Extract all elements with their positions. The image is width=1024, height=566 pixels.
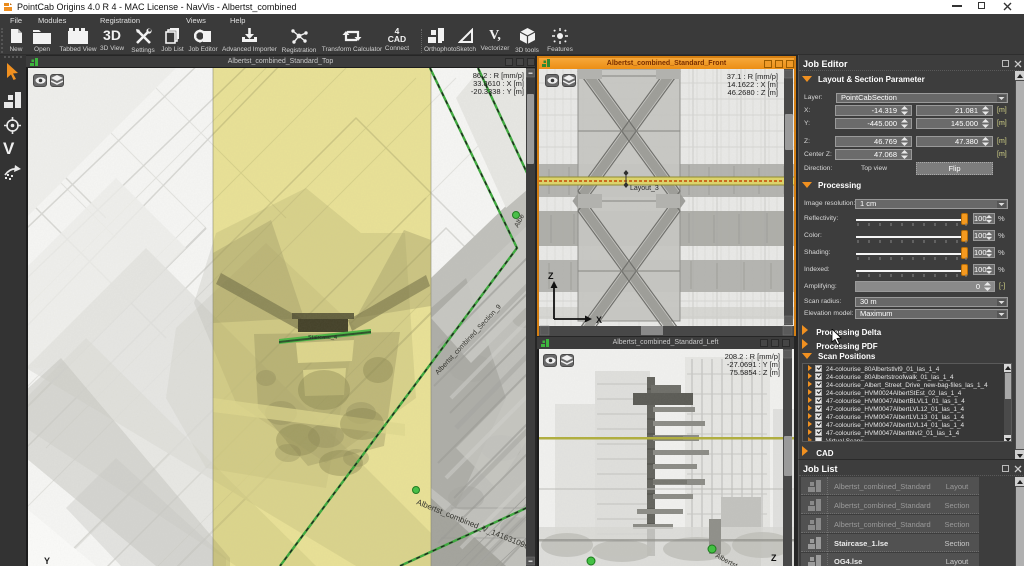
- svg-text:Y: Y: [44, 556, 50, 566]
- svg-text:Z: Z: [548, 271, 554, 281]
- svg-text:46.2680 : Z [m]: 46.2680 : Z [m]: [728, 88, 778, 97]
- svg-text:Z: Z: [771, 553, 777, 563]
- svg-text:X: X: [596, 315, 602, 325]
- svg-text:-20.3338 : Y [m]: -20.3338 : Y [m]: [471, 87, 524, 96]
- svg-text:75.5854 : Z [m]: 75.5854 : Z [m]: [730, 368, 780, 377]
